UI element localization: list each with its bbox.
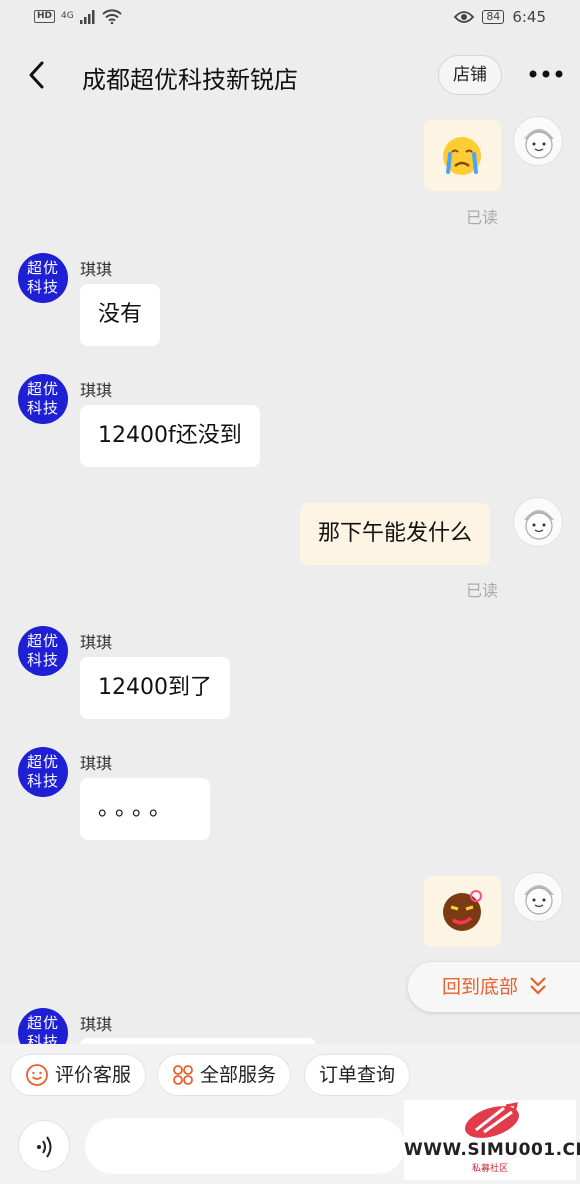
double-chevron-down-icon (530, 977, 546, 995)
message-bubble[interactable]: 12400到了 (80, 657, 230, 719)
message-input[interactable] (85, 1118, 405, 1174)
my-avatar[interactable] (513, 497, 563, 547)
rate-service-chip[interactable]: 评价客服 (10, 1054, 147, 1096)
all-services-chip[interactable]: 全部服务 (157, 1054, 292, 1096)
scroll-to-bottom-label: 回到底部 (442, 976, 519, 998)
quick-actions-bar: 评价客服 全部服务 订单查询 (0, 1044, 580, 1104)
read-status: 已读 (466, 208, 499, 227)
message-bubble[interactable]: 12400f还没到 (80, 405, 260, 467)
shop-avatar[interactable]: 超优 科技 (18, 626, 68, 676)
my-emoji-bubble[interactable] (424, 120, 501, 191)
watermark: WWW.SIMU001.CN 私募社区 (404, 1100, 580, 1180)
sender-name: 琪琪 (80, 381, 113, 400)
watermark-logo-icon (465, 1102, 519, 1138)
order-query-chip[interactable]: 订单查询 (304, 1054, 411, 1096)
avatar-character-icon (524, 885, 554, 915)
watermark-subtext: 私募社区 (471, 1164, 508, 1174)
my-avatar[interactable] (513, 116, 563, 166)
message-bubble[interactable]: 。。。。 (80, 778, 210, 840)
read-status: 已读 (466, 581, 499, 600)
sender-name: 琪琪 (80, 260, 113, 279)
chat-list[interactable]: 已读 超优 科技 琪琪 没有 超优 科技 琪琪 12400f还没到 那下午能发什么 … (0, 0, 580, 1184)
sender-name: 琪琪 (80, 1015, 113, 1034)
voice-button[interactable] (18, 1120, 70, 1172)
smile-icon (26, 1064, 48, 1086)
message-bubble[interactable]: 没有 (80, 284, 161, 346)
chip-label: 评价客服 (55, 1064, 132, 1086)
avatar-character-icon (524, 129, 554, 159)
my-message-bubble[interactable]: 那下午能发什么 (300, 503, 491, 565)
sender-name: 琪琪 (80, 754, 113, 773)
shop-avatar[interactable]: 超优 科技 (18, 747, 68, 797)
sender-name: 琪琪 (80, 633, 113, 652)
my-emoji-bubble[interactable] (424, 876, 501, 947)
scroll-to-bottom-button[interactable]: 回到底部 (408, 962, 580, 1012)
grid-icon (173, 1065, 193, 1085)
smirking-face-emoji-icon (443, 890, 482, 931)
shop-avatar[interactable]: 超优 科技 (18, 374, 68, 424)
avatar-character-icon (524, 510, 554, 540)
my-avatar[interactable] (513, 872, 563, 922)
voice-icon (37, 1136, 52, 1158)
watermark-text: WWW.SIMU001.CN (404, 1140, 580, 1160)
chip-label: 订单查询 (319, 1064, 396, 1086)
shop-avatar[interactable]: 超优 科技 (18, 253, 68, 303)
chip-label: 全部服务 (200, 1064, 277, 1086)
crying-face-emoji-icon (443, 137, 481, 175)
